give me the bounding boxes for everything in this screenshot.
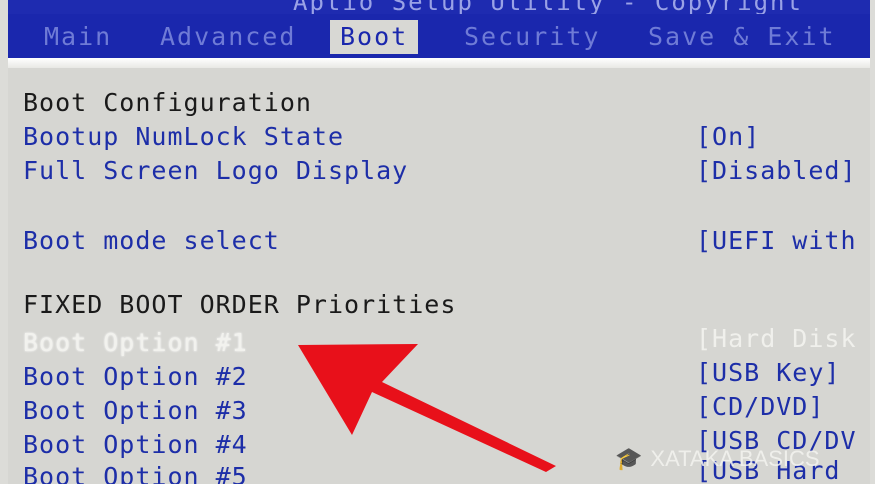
watermark-text: XATAKA BASICS	[650, 446, 820, 471]
boot-option-3[interactable]: Boot Option #3	[23, 396, 248, 425]
boot-option-5[interactable]: Boot Option #5	[23, 462, 248, 484]
boot-option-1[interactable]: Boot Option #1	[23, 328, 248, 357]
bootup-numlock-state-value[interactable]: [On]	[696, 122, 760, 151]
title-bar: Aptio Setup Utility - Copyright	[8, 0, 870, 14]
full-screen-logo-option[interactable]: Full Screen Logo Display	[23, 156, 408, 185]
watermark: 🎓 XATAKA BASICS	[615, 446, 820, 472]
bios-screen: Aptio Setup Utility - Copyright Main Adv…	[8, 0, 870, 484]
boot-mode-select-option[interactable]: Boot mode select	[23, 226, 280, 255]
tab-save-exit[interactable]: Save & Exit	[648, 20, 836, 54]
boot-option-2[interactable]: Boot Option #2	[23, 362, 248, 391]
tab-boot[interactable]: Boot	[330, 20, 419, 54]
full-screen-logo-value[interactable]: [Disabled]	[696, 156, 857, 185]
tab-main[interactable]: Main	[44, 20, 112, 54]
boot-option-2-value[interactable]: [USB Key]	[696, 358, 840, 387]
boot-configuration-heading: Boot Configuration	[23, 88, 312, 117]
menu-bar: Main Advanced Boot Security Save & Exit	[8, 14, 870, 58]
boot-settings-panel: Boot Configuration Bootup NumLock State …	[8, 68, 870, 484]
boot-mode-select-value[interactable]: [UEFI with	[696, 226, 857, 255]
bootup-numlock-state-option[interactable]: Bootup NumLock State	[23, 122, 344, 151]
menu-divider	[8, 58, 870, 68]
boot-option-4[interactable]: Boot Option #4	[23, 430, 248, 459]
fixed-boot-order-heading: FIXED BOOT ORDER Priorities	[23, 290, 457, 319]
boot-option-1-value[interactable]: [Hard Disk	[696, 324, 857, 353]
window-title: Aptio Setup Utility - Copyright	[293, 0, 803, 14]
tab-advanced[interactable]: Advanced	[160, 20, 296, 54]
tab-security[interactable]: Security	[464, 20, 600, 54]
graduation-cap-icon: 🎓	[615, 446, 643, 471]
boot-option-3-value[interactable]: [CD/DVD]	[696, 392, 824, 421]
